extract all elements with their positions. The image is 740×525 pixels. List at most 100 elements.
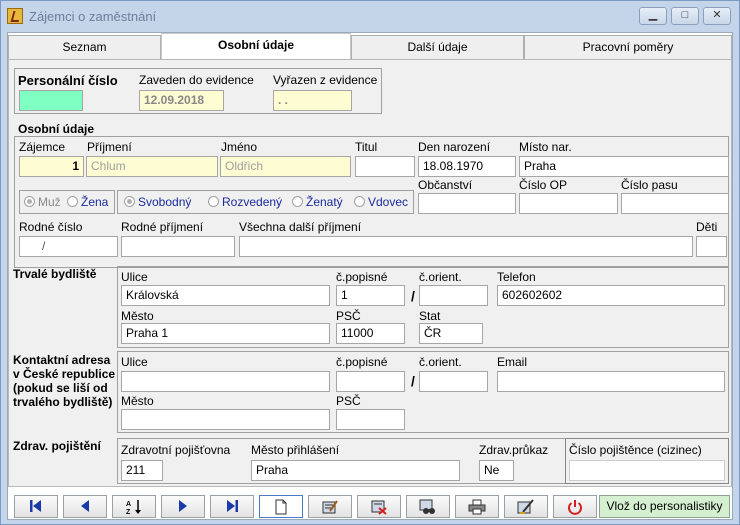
- svg-text:A: A: [126, 501, 131, 508]
- new-record-button[interactable]: [259, 495, 303, 518]
- removed-field[interactable]: . .: [273, 90, 352, 111]
- last-record-button[interactable]: [210, 495, 254, 518]
- next-icon: [179, 500, 187, 512]
- birth-surname-field[interactable]: [121, 236, 235, 257]
- radio-divorced[interactable]: Rozvedený: [208, 195, 282, 209]
- personal-number-field[interactable]: [19, 90, 83, 111]
- contact-co-field[interactable]: [419, 371, 488, 392]
- radio-female[interactable]: Žena: [67, 195, 108, 209]
- edit-record-button[interactable]: [308, 495, 352, 518]
- tab-pracovni-pomery[interactable]: Pracovní poměry: [524, 35, 732, 59]
- contact-co-label: č.orient.: [419, 355, 462, 369]
- perm-cp-field[interactable]: 1: [336, 285, 405, 306]
- perm-city-field[interactable]: Praha 1: [121, 323, 330, 344]
- contact-psc-label: PSČ: [336, 394, 361, 408]
- radio-widowed[interactable]: Vdovec: [354, 195, 408, 209]
- surname-label: Příjmení: [87, 140, 132, 154]
- delete-record-button[interactable]: [357, 495, 401, 518]
- foreign-insurance-field[interactable]: [569, 460, 725, 481]
- children-label: Děti: [696, 220, 718, 234]
- radio-single[interactable]: Svobodný: [124, 195, 191, 209]
- title-field[interactable]: [355, 156, 415, 177]
- add-to-personnel-button[interactable]: Vlož do personalistiky: [599, 495, 730, 518]
- minimize-button[interactable]: ▁: [639, 7, 667, 25]
- form-client-area: Seznam Osobní údaje Další údaje Pracovní…: [7, 32, 733, 520]
- passport-field[interactable]: [621, 193, 729, 214]
- perm-psc-label: PSČ: [336, 309, 361, 323]
- print-icon: [468, 499, 486, 515]
- op-field[interactable]: [519, 193, 618, 214]
- perm-co-field[interactable]: [419, 285, 488, 306]
- prev-record-button[interactable]: [63, 495, 107, 518]
- contact-section-label-3: (pokud se liší od: [13, 381, 108, 395]
- close-button[interactable]: ✕: [703, 7, 731, 25]
- perm-psc-field[interactable]: 11000: [336, 323, 405, 344]
- contact-street-field[interactable]: [121, 371, 330, 392]
- op-label: Číslo OP: [519, 178, 568, 192]
- children-field[interactable]: [696, 236, 727, 257]
- radio-single-label: Svobodný: [138, 195, 192, 209]
- birthdate-label: Den narození: [418, 140, 491, 154]
- insurance-city-label: Město přihlášení: [251, 443, 340, 457]
- birth-number-field[interactable]: /: [19, 236, 118, 257]
- contact-section-label-1: Kontaktní adresa: [13, 353, 111, 367]
- firstname-field[interactable]: Oldřich: [220, 156, 351, 177]
- passport-label: Číslo pasu: [621, 178, 678, 192]
- perm-city-label: Město: [121, 309, 154, 323]
- perm-state-field[interactable]: ČR: [419, 323, 483, 344]
- permanent-section-label: Trvalé bydliště: [13, 267, 97, 281]
- removed-label: Vyřazen z evidence: [273, 73, 378, 87]
- applicant-label: Zájemce: [19, 140, 66, 154]
- card-field[interactable]: Ne: [479, 460, 514, 481]
- radio-male[interactable]: Muž: [24, 195, 61, 209]
- tools-button[interactable]: [504, 495, 548, 518]
- radio-married[interactable]: Ženatý: [292, 195, 343, 209]
- radio-dot: [292, 196, 303, 207]
- tab-osobni-udaje[interactable]: Osobní údaje: [161, 33, 351, 60]
- perm-phone-field[interactable]: 602602602: [497, 285, 725, 306]
- foreign-insurance-label: Číslo pojištěnce (cizinec): [569, 443, 702, 457]
- citizenship-label: Občanství: [418, 178, 473, 192]
- sort-button[interactable]: AZ: [112, 495, 156, 518]
- personal-section-label: Osobní údaje: [18, 122, 95, 136]
- citizenship-field[interactable]: [418, 193, 516, 214]
- birth-surname-label: Rodné příjmení: [121, 220, 204, 234]
- perm-state-label: Stat: [419, 309, 441, 323]
- surname-field[interactable]: Chlum: [86, 156, 218, 177]
- insurance-city-field[interactable]: Praha: [251, 460, 460, 481]
- last-icon: [227, 500, 238, 512]
- radio-dot: [24, 196, 35, 207]
- insurer-field[interactable]: 211: [121, 460, 163, 481]
- perm-street-field[interactable]: Královská: [121, 285, 330, 306]
- contact-city-field[interactable]: [121, 409, 330, 430]
- applicant-field[interactable]: 1: [19, 156, 84, 177]
- other-surnames-field[interactable]: [239, 236, 693, 257]
- contact-psc-field[interactable]: [336, 409, 405, 430]
- exit-button[interactable]: [553, 495, 597, 518]
- contact-cp-field[interactable]: [336, 371, 405, 392]
- window-title: Zájemci o zaměstnání: [29, 9, 157, 24]
- find-icon: [419, 499, 435, 514]
- next-record-button[interactable]: [161, 495, 205, 518]
- birthdate-field[interactable]: 18.08.1970: [418, 156, 516, 177]
- title-bar[interactable]: Zájemci o zaměstnání ▁ □ ✕: [1, 1, 739, 31]
- tab-page: Personální číslo Zaveden do evidence 12.…: [8, 59, 732, 487]
- perm-cp-label: č.popisné: [336, 270, 388, 284]
- contact-slash: /: [411, 373, 415, 389]
- edit-icon: [322, 500, 338, 514]
- maximize-button[interactable]: □: [671, 7, 699, 25]
- print-button[interactable]: [455, 495, 499, 518]
- birthplace-field[interactable]: Praha: [519, 156, 729, 177]
- application-window: Zájemci o zaměstnání ▁ □ ✕ Seznam Osobní…: [0, 0, 740, 525]
- first-record-button[interactable]: [14, 495, 58, 518]
- contact-cp-label: č.popisné: [336, 355, 388, 369]
- app-icon: [7, 8, 23, 24]
- find-button[interactable]: [406, 495, 450, 518]
- perm-co-label: č.orient.: [419, 270, 462, 284]
- contact-email-label: Email: [497, 355, 528, 369]
- tab-dalsi-udaje[interactable]: Další údaje: [351, 35, 524, 59]
- personal-number-label: Personální číslo: [18, 73, 118, 88]
- contact-email-field[interactable]: [497, 371, 725, 392]
- registered-field: 12.09.2018: [139, 90, 224, 111]
- tab-seznam[interactable]: Seznam: [8, 35, 161, 59]
